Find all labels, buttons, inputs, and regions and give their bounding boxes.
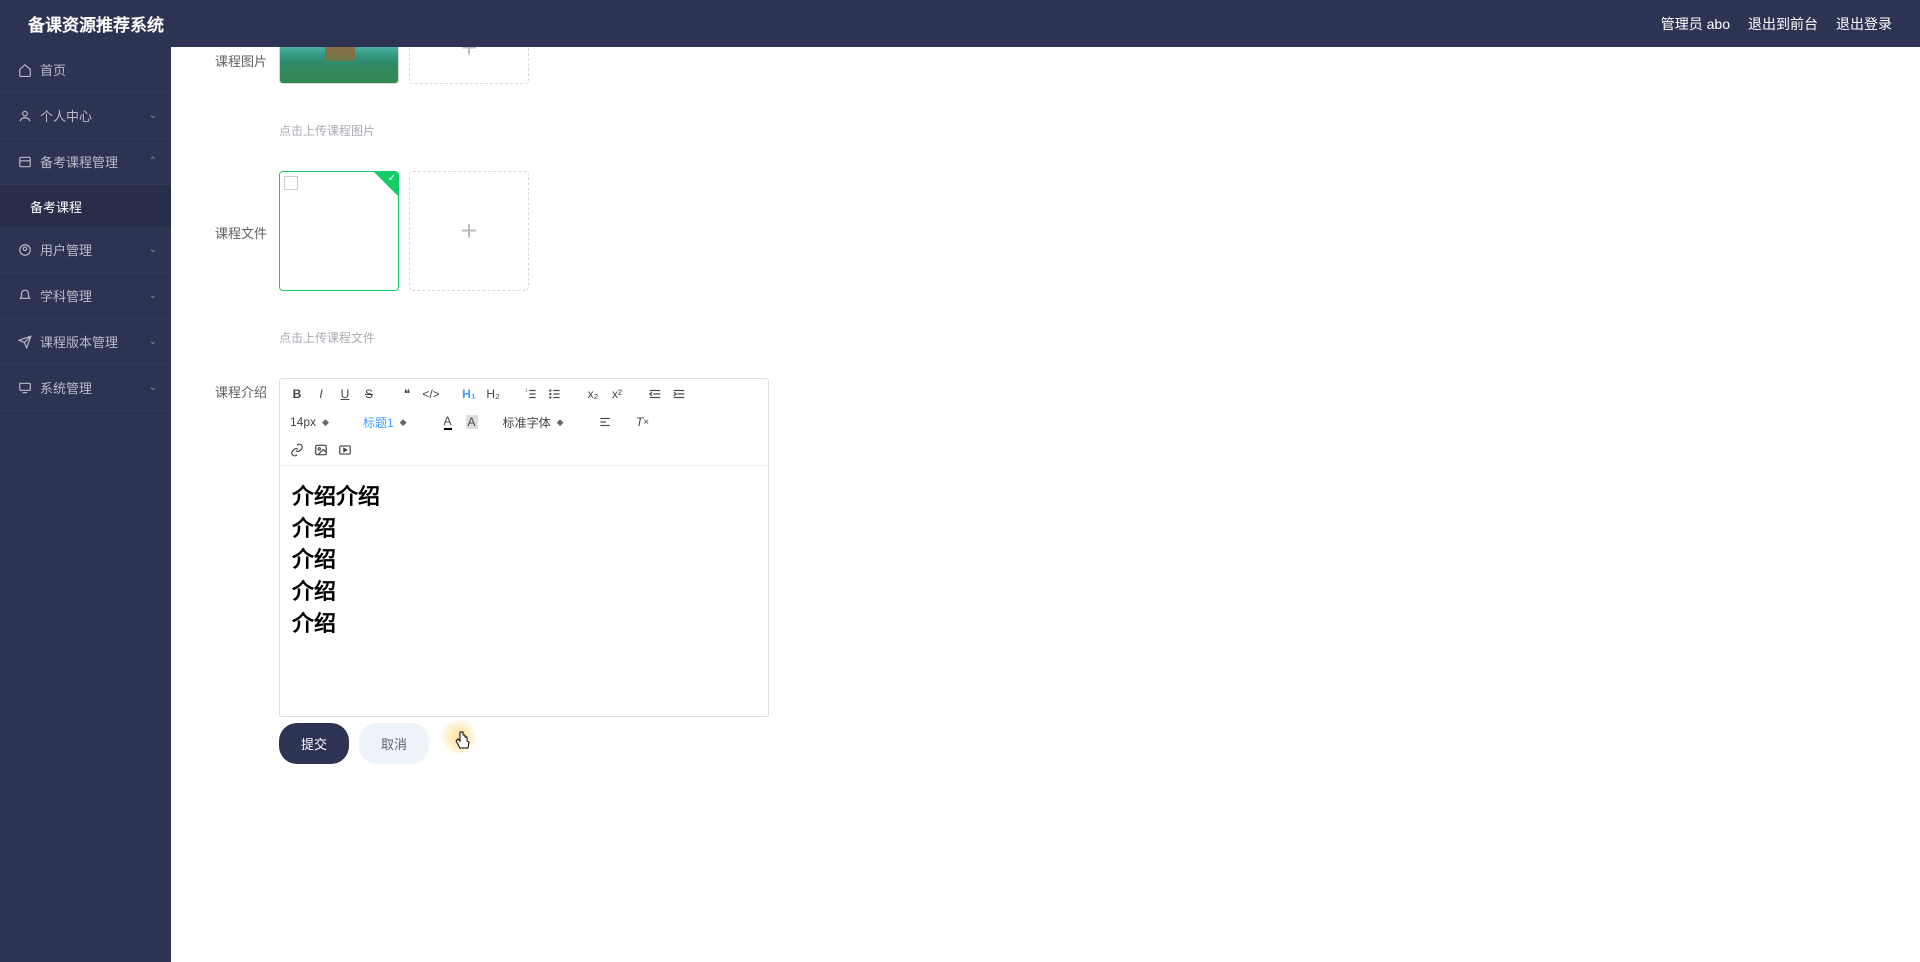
user-icon	[18, 109, 32, 123]
heading-select[interactable]: 标题1 ◆	[359, 412, 421, 433]
editor-line: 介绍	[292, 609, 756, 639]
superscript-icon[interactable]: x²	[606, 383, 628, 405]
sidebar-item-subject-mgmt[interactable]: 学科管理 ⌄	[0, 273, 171, 319]
quote-icon[interactable]: ❝	[396, 383, 418, 405]
subscript-icon[interactable]: x₂	[582, 383, 604, 405]
row-course-file: 课程文件 + 点击上传课程文件	[211, 171, 1880, 346]
form-actions: 提交 取消	[279, 723, 1880, 764]
submit-button[interactable]: 提交	[279, 723, 349, 764]
sidebar-label: 学科管理	[40, 286, 92, 305]
heading-value: 标题1	[363, 414, 394, 431]
italic-icon[interactable]: I	[310, 383, 332, 405]
sidebar-item-prep-course-mgmt[interactable]: 备考课程管理 ⌃	[0, 139, 171, 185]
font-size-select[interactable]: 14px ◆	[286, 413, 343, 431]
font-color-icon[interactable]: A	[437, 411, 459, 433]
sidebar-label: 备考课程管理	[40, 152, 118, 171]
editor-line: 介绍	[292, 514, 756, 544]
label-course-image: 课程图片	[211, 47, 267, 139]
top-header: 备课资源推荐系统 管理员 abo 退出到前台 退出登录	[0, 0, 1920, 47]
sidebar-sub-prep-course[interactable]: 备考课程	[0, 185, 171, 227]
align-icon[interactable]	[594, 411, 616, 433]
chevron-up-icon: ⌃	[149, 156, 157, 167]
svg-text:1: 1	[525, 388, 528, 393]
row-course-intro: 课程介绍 B I U S ❝ </> H₁ H₂ 1	[211, 378, 1880, 764]
link-icon[interactable]	[286, 439, 308, 461]
add-file-button[interactable]: +	[409, 171, 529, 291]
send-icon	[18, 335, 32, 349]
list-icon	[18, 155, 32, 169]
row-course-image: 课程图片 + 点击上传课程图片	[211, 47, 1880, 139]
sidebar-label: 用户管理	[40, 240, 92, 259]
editor-content[interactable]: 介绍介绍 介绍 介绍 介绍 介绍	[280, 466, 768, 716]
sidebar-item-system-mgmt[interactable]: 系统管理 ⌄	[0, 365, 171, 411]
font-size-value: 14px	[290, 415, 316, 429]
clear-format-icon[interactable]: T×	[632, 411, 654, 433]
sidebar-item-version-mgmt[interactable]: 课程版本管理 ⌄	[0, 319, 171, 365]
bell-icon	[18, 289, 32, 303]
course-file-thumb[interactable]	[279, 171, 399, 291]
editor-line: 介绍	[292, 577, 756, 607]
sidebar-item-home[interactable]: 首页	[0, 47, 171, 93]
back-to-front-link[interactable]: 退出到前台	[1748, 14, 1818, 34]
file-upload-hint: 点击上传课程文件	[279, 329, 1880, 346]
indent-decrease-icon[interactable]	[644, 383, 666, 405]
cancel-button[interactable]: 取消	[359, 723, 429, 764]
editor-line: 介绍	[292, 545, 756, 575]
main-content: 课程图片 + 点击上传课程图片 课程文件	[171, 47, 1920, 824]
chevron-down-icon: ⌄	[149, 110, 157, 121]
sidebar-label: 课程版本管理	[40, 332, 118, 351]
unordered-list-icon[interactable]	[544, 383, 566, 405]
h1-icon[interactable]: H₁	[458, 383, 480, 405]
sidebar-item-personal[interactable]: 个人中心 ⌄	[0, 93, 171, 139]
video-icon[interactable]	[334, 439, 356, 461]
indent-increase-icon[interactable]	[668, 383, 690, 405]
header-actions: 管理员 abo 退出到前台 退出登录	[1661, 14, 1892, 34]
image-icon[interactable]	[310, 439, 332, 461]
dropdown-arrow-icon: ◆	[400, 417, 407, 428]
strike-icon[interactable]: S	[358, 383, 380, 405]
home-icon	[18, 63, 32, 77]
label-course-intro: 课程介绍	[211, 378, 267, 764]
app-title: 备课资源推荐系统	[28, 11, 164, 36]
sidebar-label: 备考课程	[30, 197, 82, 216]
sidebar-label: 系统管理	[40, 378, 92, 397]
editor-toolbar: B I U S ❝ </> H₁ H₂ 1	[280, 379, 768, 466]
sidebar-label: 个人中心	[40, 106, 92, 125]
upload-success-icon	[374, 172, 398, 196]
underline-icon[interactable]: U	[334, 383, 356, 405]
code-icon[interactable]: </>	[420, 383, 442, 405]
sidebar: 首页 个人中心 ⌄ 备考课程管理 ⌃ 备考课程 用户管理 ⌄ 学科管理 ⌄ 课	[0, 47, 171, 962]
users-icon	[18, 243, 32, 257]
monitor-icon	[18, 381, 32, 395]
image-upload-hint: 点击上传课程图片	[279, 122, 1880, 139]
sidebar-label: 首页	[40, 60, 66, 79]
chevron-down-icon: ⌄	[149, 382, 157, 393]
font-family-value: 标准字体	[503, 414, 551, 431]
editor-line: 介绍介绍	[292, 482, 756, 512]
logout-link[interactable]: 退出登录	[1836, 14, 1892, 34]
font-family-select[interactable]: 标准字体 ◆	[499, 412, 578, 433]
dropdown-arrow-icon: ◆	[322, 417, 329, 428]
plus-icon: +	[461, 215, 477, 247]
chevron-down-icon: ⌄	[149, 244, 157, 255]
chevron-down-icon: ⌄	[149, 336, 157, 347]
bold-icon[interactable]: B	[286, 383, 308, 405]
chevron-down-icon: ⌄	[149, 290, 157, 301]
bg-color-icon[interactable]: A	[461, 411, 483, 433]
label-course-file: 课程文件	[211, 171, 267, 346]
ordered-list-icon[interactable]: 1	[520, 383, 542, 405]
admin-label[interactable]: 管理员 abo	[1661, 14, 1730, 34]
h2-icon[interactable]: H₂	[482, 383, 504, 405]
sidebar-item-user-mgmt[interactable]: 用户管理 ⌄	[0, 227, 171, 273]
dropdown-arrow-icon: ◆	[557, 417, 564, 428]
rich-text-editor: B I U S ❝ </> H₁ H₂ 1	[279, 378, 769, 717]
